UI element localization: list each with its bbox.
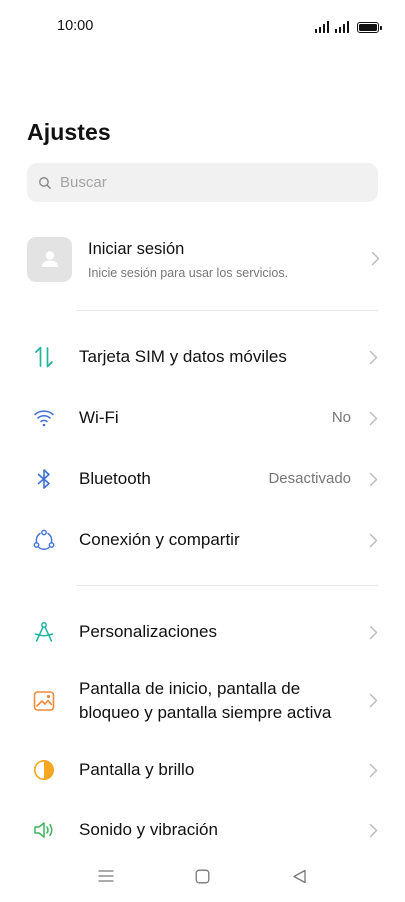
settings-item-bluetooth[interactable]: Bluetooth Desactivado (0, 455, 405, 503)
settings-item-label: Sonido y vibración (79, 820, 218, 839)
divider (76, 585, 378, 586)
navigation-bar (0, 850, 405, 902)
chevron-right-icon (371, 251, 380, 266)
chevron-right-icon (369, 472, 378, 487)
status-bar: 10:00 (0, 0, 405, 54)
status-icons (314, 19, 382, 33)
search-icon (39, 176, 51, 189)
page-title: Ajustes (27, 119, 111, 145)
settings-item-connection[interactable]: Conexión y compartir (0, 516, 405, 564)
settings-item-sound[interactable]: Sonido y vibración (0, 806, 405, 854)
compass-icon (33, 621, 55, 643)
search-bar[interactable] (27, 163, 378, 202)
chevron-right-icon (369, 350, 378, 365)
settings-item-display[interactable]: Pantalla y brillo (0, 746, 405, 794)
chevron-right-icon (369, 625, 378, 640)
search-input[interactable] (60, 174, 340, 191)
label-line-2: bloqueo y pantalla siempre activa (79, 703, 332, 722)
settings-item-label: Personalizaciones (79, 622, 217, 641)
account-title: Iniciar sesión (88, 239, 185, 258)
settings-item-homescreen[interactable]: Pantalla de inicio, pantalla de bloqueo … (0, 670, 405, 732)
account-subtitle: Inicie sesión para usar los servicios. (88, 265, 289, 280)
home-icon[interactable] (192, 866, 212, 886)
account-sign-in[interactable]: Iniciar sesión Inicie sesión para usar l… (27, 233, 387, 285)
signal-icon (334, 21, 349, 33)
settings-item-label: Wi-Fi (79, 408, 119, 427)
settings-item-label: Bluetooth (79, 469, 151, 488)
brightness-icon (33, 759, 55, 781)
chevron-right-icon (369, 693, 378, 708)
back-icon[interactable] (289, 866, 309, 886)
settings-item-personalization[interactable]: Personalizaciones (0, 608, 405, 656)
connection-sharing-icon (33, 529, 55, 551)
chevron-right-icon (369, 823, 378, 838)
avatar (27, 236, 72, 282)
divider (76, 310, 378, 311)
wifi-status: No (331, 409, 351, 426)
chevron-right-icon (369, 533, 378, 548)
settings-item-label: Tarjeta SIM y datos móviles (79, 347, 287, 366)
chevron-right-icon (369, 411, 378, 426)
label-line-1: Pantalla de inicio, pantalla de (79, 679, 301, 698)
settings-item-label: Conexión y compartir (79, 530, 240, 549)
bluetooth-status: Desactivado (268, 470, 351, 487)
user-icon (41, 251, 58, 267)
bluetooth-icon (33, 468, 55, 490)
battery-icon (357, 22, 382, 33)
wallpaper-icon (33, 690, 55, 712)
settings-item-label: Pantalla y brillo (79, 760, 195, 779)
settings-item-label: Pantalla de inicio, pantalla de bloqueo … (79, 677, 331, 725)
sim-data-arrows-icon (33, 346, 55, 368)
wifi-icon (33, 407, 55, 429)
status-time: 10:00 (57, 18, 94, 34)
settings-item-wifi[interactable]: Wi-Fi No (0, 394, 405, 442)
chevron-right-icon (369, 763, 378, 778)
menu-icon[interactable] (96, 866, 116, 886)
speaker-icon (33, 819, 55, 841)
signal-icon (314, 21, 329, 33)
settings-item-sim[interactable]: Tarjeta SIM y datos móviles (0, 333, 405, 381)
